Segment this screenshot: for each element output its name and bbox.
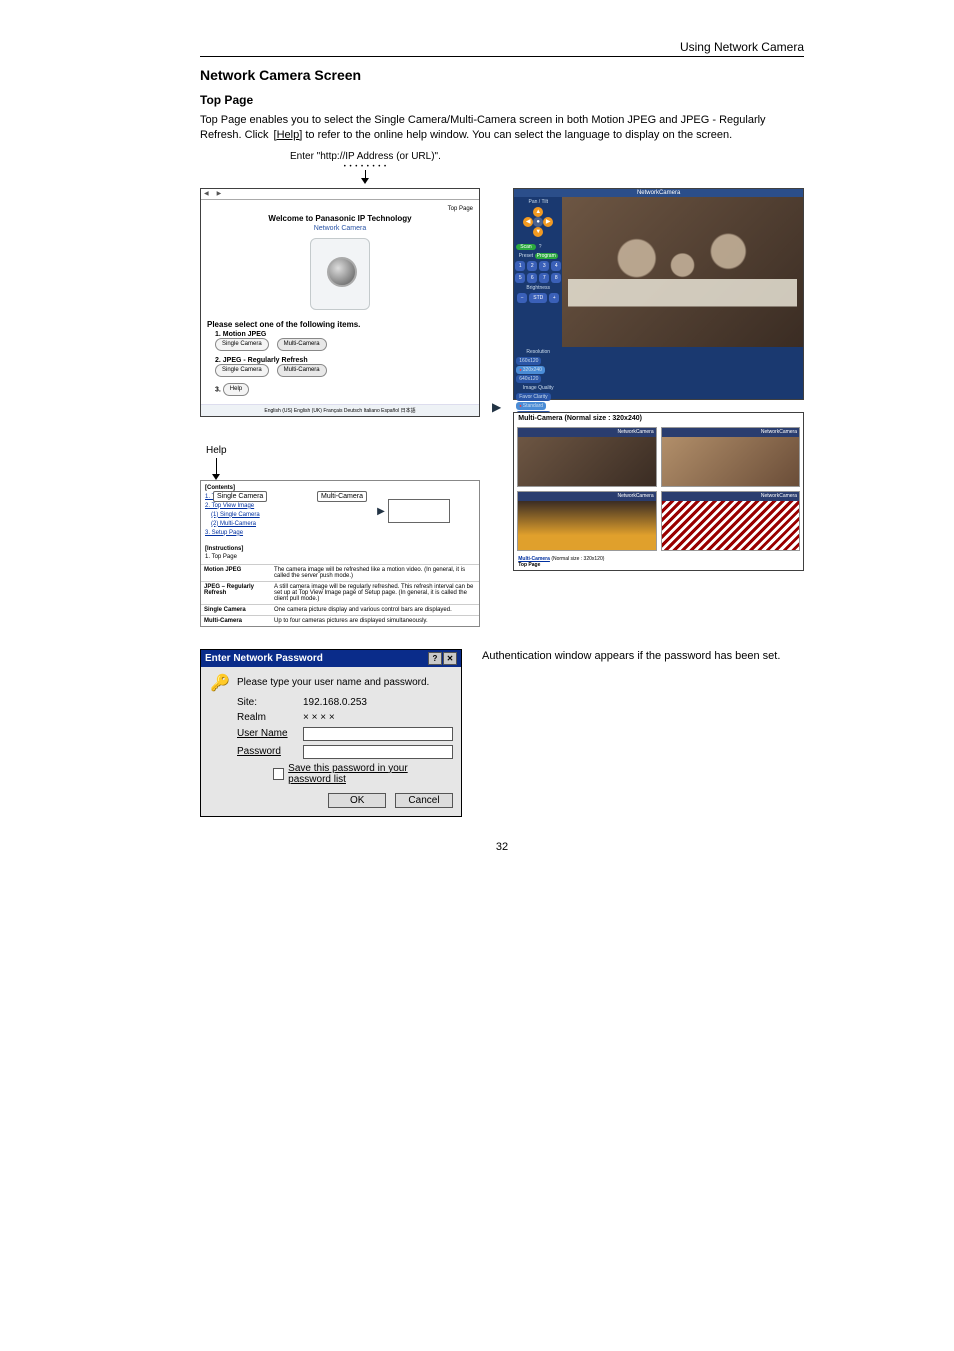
url-callout: Enter "http://IP Address (or URL)". • • … bbox=[290, 151, 441, 184]
help-link-setup-page[interactable]: 3. Setup Page bbox=[205, 529, 335, 538]
breadcrumb: Top Page bbox=[201, 204, 479, 214]
page-number: 32 bbox=[200, 841, 804, 853]
help-key-single: Single Camera bbox=[201, 604, 271, 615]
callout-single-camera: Single Camera bbox=[213, 491, 267, 502]
help-key-mjpeg: Motion JPEG bbox=[201, 564, 271, 581]
help-val-jpeg: A still camera image will be regularly r… bbox=[271, 581, 479, 604]
preset-buttons-2[interactable]: 5678 bbox=[515, 273, 561, 283]
username-label: User Name bbox=[237, 728, 297, 739]
help-val-single: One camera picture display and various c… bbox=[271, 604, 479, 615]
camera-illustration bbox=[310, 238, 370, 310]
help-contents-title: [Contents] bbox=[205, 485, 335, 491]
single-camera-image bbox=[562, 197, 803, 347]
mc-cell-1: NetworkCamera bbox=[517, 427, 656, 487]
q-standard[interactable]: Standard bbox=[516, 402, 546, 410]
intro-paragraph: Top Page enables you to select the Singl… bbox=[200, 113, 804, 143]
dialog-prompt: Please type your user name and password. bbox=[237, 677, 429, 688]
brightness-control[interactable]: −STD+ bbox=[517, 293, 559, 303]
help-key-jpeg: JPEG – Regularly Refresh bbox=[201, 581, 271, 604]
help-key-multi: Multi-Camera bbox=[201, 615, 271, 626]
top-page-screenshot: ◀▶ Top Page Welcome to Panasonic IP Tech… bbox=[200, 188, 480, 417]
help-arrow: Help bbox=[206, 445, 227, 480]
realm-value: × × × × bbox=[303, 712, 335, 723]
multi-camera-screenshot: Multi-Camera (Normal size : 320x240) Net… bbox=[513, 412, 804, 571]
help-val-multi: Up to four cameras pictures are displaye… bbox=[271, 615, 479, 626]
language-row[interactable]: English (US) English (UK) Français Deuts… bbox=[201, 404, 479, 416]
help-section-1: 1. Top Page bbox=[205, 554, 475, 560]
help-instructions-title: [Instructions] bbox=[205, 546, 475, 552]
password-input[interactable] bbox=[303, 745, 453, 759]
password-label: Password bbox=[237, 746, 297, 757]
password-dialog: Enter Network Password ? ✕ 🔑 Please type… bbox=[200, 649, 462, 817]
item-3-label: 3. bbox=[215, 386, 221, 393]
mc-cell-3: NetworkCamera bbox=[517, 491, 656, 551]
resolution-label: Resolution bbox=[516, 349, 560, 355]
arrow-right-icon: ▶ bbox=[377, 506, 385, 517]
save-password-checkbox[interactable] bbox=[273, 768, 284, 780]
help-link-ref[interactable]: [Help] bbox=[274, 129, 303, 141]
cancel-button[interactable]: Cancel bbox=[395, 793, 453, 808]
site-value: 192.168.0.253 bbox=[303, 697, 367, 708]
help-preview-box bbox=[388, 499, 450, 523]
subsection-title: Top Page bbox=[200, 93, 804, 107]
single-camera-title: NetworkCamera bbox=[514, 189, 803, 197]
section-title: Network Camera Screen bbox=[200, 67, 804, 83]
dpad-left-icon[interactable]: ◀ bbox=[523, 217, 533, 227]
multi-camera-button-1[interactable]: Multi-Camera bbox=[277, 338, 327, 351]
help-link-top-view[interactable]: 2. Top View Image bbox=[205, 502, 335, 511]
dialog-caption: Authentication window appears if the pas… bbox=[482, 649, 804, 664]
connector-arrow-icon: ▶ bbox=[492, 188, 501, 627]
multi-camera-button-2[interactable]: Multi-Camera bbox=[277, 364, 327, 377]
welcome-title: Welcome to Panasonic IP Technology bbox=[201, 214, 479, 223]
single-camera-button-1[interactable]: Single Camera bbox=[215, 338, 269, 351]
help-screenshot: [Contents] 1. Top Page 2. Top View Image… bbox=[200, 480, 480, 627]
realm-label: Realm bbox=[237, 712, 297, 723]
close-icon[interactable]: ✕ bbox=[443, 652, 457, 665]
multi-camera-footer: Multi-Camera (Normal size : 320x120) Top… bbox=[514, 554, 803, 570]
help-link-multi-camera[interactable]: (2) Multi-Camera bbox=[205, 520, 335, 529]
help-icon[interactable]: ? bbox=[428, 652, 442, 665]
save-password-label: Save this password in your password list bbox=[288, 763, 453, 785]
site-label: Site: bbox=[237, 697, 297, 708]
help-val-mjpeg: The camera image will be refreshed like … bbox=[271, 564, 479, 581]
mc-footer-top[interactable]: Top Page bbox=[518, 562, 540, 568]
item-1-label: 1. Motion JPEG bbox=[215, 331, 473, 338]
dialog-title: Enter Network Password bbox=[205, 653, 323, 664]
scan-button[interactable]: Scan bbox=[516, 244, 535, 250]
pan-tilt-label: Pan / Tilt bbox=[516, 199, 560, 205]
mc-cell-4: NetworkCamera bbox=[661, 491, 800, 551]
dpad-control[interactable]: ▲ ▼ ◀ ▶ ● bbox=[523, 207, 553, 237]
product-subtitle: Network Camera bbox=[201, 225, 479, 232]
callout-multi-camera: Multi-Camera bbox=[317, 491, 367, 502]
help-link-single-camera[interactable]: (1) Single Camera bbox=[205, 511, 335, 520]
preset-buttons[interactable]: 1234 bbox=[515, 261, 561, 271]
dpad-down-icon[interactable]: ▼ bbox=[533, 227, 543, 237]
program-button[interactable]: Program bbox=[535, 253, 558, 259]
res-320[interactable]: 320x240 bbox=[516, 366, 545, 374]
key-icon: 🔑 bbox=[209, 673, 231, 693]
mc-cell-2: NetworkCamera bbox=[661, 427, 800, 487]
single-camera-screenshot: NetworkCamera Pan / Tilt ▲ ▼ ◀ ▶ ● Scan … bbox=[513, 188, 804, 400]
please-select-label: Please select one of the following items… bbox=[201, 320, 479, 329]
quality-label: Image Quality bbox=[516, 385, 560, 391]
brightness-label: Brightness bbox=[516, 285, 560, 291]
page-header: Using Network Camera bbox=[200, 40, 804, 57]
dpad-right-icon[interactable]: ▶ bbox=[543, 217, 553, 227]
res-640[interactable]: 640x120 bbox=[516, 375, 541, 383]
ok-button[interactable]: OK bbox=[328, 793, 386, 808]
res-160[interactable]: 160x120 bbox=[516, 357, 541, 365]
browser-toolbar: ◀▶ bbox=[201, 189, 479, 200]
q-clarity[interactable]: Favor Clarity bbox=[516, 393, 550, 401]
username-input[interactable] bbox=[303, 727, 453, 741]
item-2-label: 2. JPEG - Regularly Refresh bbox=[215, 357, 473, 364]
dpad-up-icon[interactable]: ▲ bbox=[533, 207, 543, 217]
multi-camera-header: Multi-Camera (Normal size : 320x240) bbox=[514, 413, 803, 424]
dpad-center-icon[interactable]: ● bbox=[533, 217, 543, 227]
single-camera-button-2[interactable]: Single Camera bbox=[215, 364, 269, 377]
help-button[interactable]: Help bbox=[223, 383, 249, 396]
help-table: Motion JPEG The camera image will be ref… bbox=[201, 564, 479, 626]
preset-label: Preset bbox=[519, 253, 533, 259]
